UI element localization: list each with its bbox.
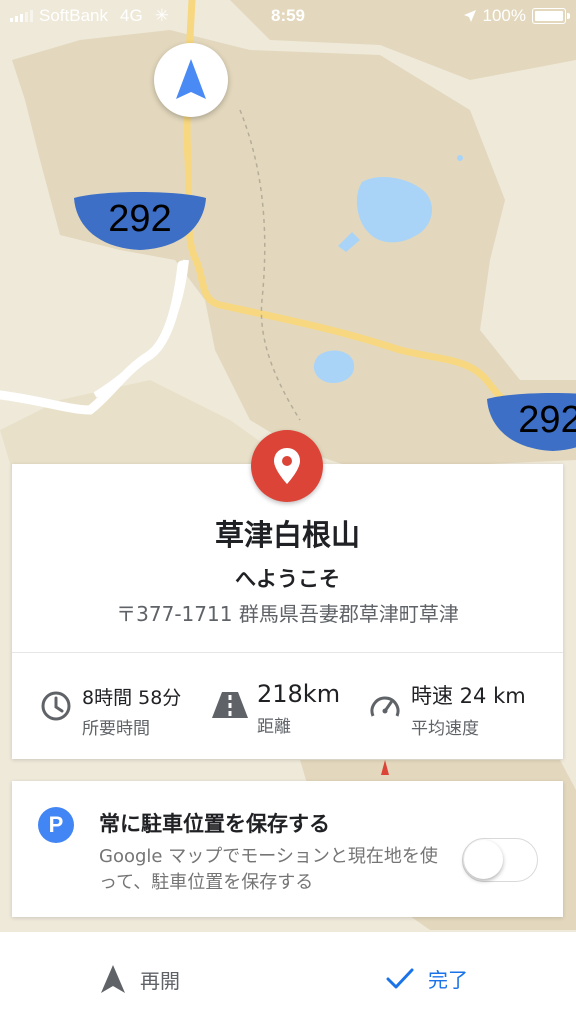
- done-label: 完了: [428, 968, 468, 992]
- resume-button[interactable]: 再開: [100, 964, 180, 994]
- parking-description: Google マップでモーションと現在地を使って、駐車位置を保存する: [99, 846, 438, 893]
- destination-name: 草津白根山: [214, 518, 360, 552]
- compass-button[interactable]: [154, 43, 228, 117]
- navigation-arrow-icon: [176, 59, 206, 99]
- distance-value: 218km: [257, 680, 341, 708]
- location-arrow-icon: [463, 10, 476, 22]
- stat-duration: 8時間 58分 所要時間: [82, 683, 181, 739]
- route-number: 292: [108, 198, 172, 240]
- done-button[interactable]: 完了: [386, 964, 468, 993]
- navigation-arrow-icon: [101, 965, 125, 993]
- route-number: 292: [518, 399, 576, 441]
- road-icon: [212, 692, 248, 718]
- parking-title: 常に駐車位置を保存する: [99, 812, 330, 836]
- duration-label: 所要時間: [82, 719, 150, 739]
- welcome-text: へようこそ: [235, 567, 340, 591]
- stat-speed: 時速 24 km 平均速度: [411, 680, 526, 739]
- card-divider: [12, 652, 563, 653]
- battery-percent: 100%: [482, 6, 526, 25]
- speed-value: 時速 24 km: [411, 684, 526, 708]
- status-bar: SoftBank 4G ✳ 8:59 100%: [0, 0, 576, 34]
- resume-label: 再開: [140, 968, 180, 993]
- destination-pin-icon: [251, 430, 323, 502]
- speedometer-icon: [370, 696, 400, 717]
- destination-address: 〒377-1711 群馬県吾妻郡草津町草津: [116, 602, 459, 626]
- route-shield-292: 292: [72, 190, 208, 252]
- route-shield-292-right: 292: [485, 391, 576, 453]
- parking-icon: P: [38, 807, 74, 843]
- stat-distance: 218km 距離: [257, 680, 340, 737]
- bottom-action-bar: [0, 932, 576, 1024]
- clock-icon: [41, 691, 71, 721]
- duration-value: 8時間 58分: [82, 687, 182, 709]
- speed-label: 平均速度: [411, 719, 479, 739]
- save-parking-toggle[interactable]: [462, 838, 538, 882]
- checkmark-icon: [386, 968, 414, 988]
- battery-icon: [532, 8, 570, 24]
- distance-label: 距離: [257, 717, 291, 737]
- toggle-knob: [464, 840, 503, 879]
